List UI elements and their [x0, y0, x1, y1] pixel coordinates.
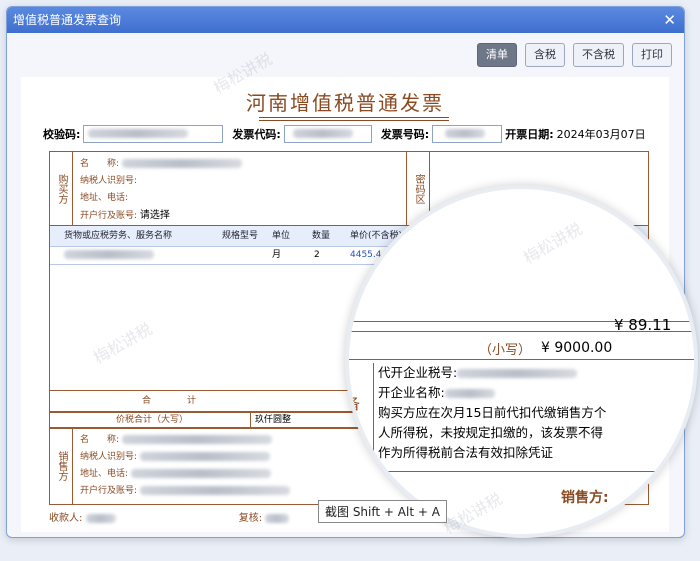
total-in-words-label: 价税合计（大写）	[116, 415, 189, 425]
close-icon[interactable]: ✕	[663, 7, 676, 33]
check-code-label: 校验码:	[43, 128, 81, 141]
invoice-code-label: 发票代码:	[232, 128, 281, 141]
col-spec: 规格型号	[222, 231, 259, 241]
zoom-lowercase-value: ¥ 9000.00	[541, 340, 613, 356]
invoice-code-field[interactable]	[283, 125, 372, 143]
buyer-fields: 名 称: 纳税人识别号: 地址、电话: 开户行及账号: 请选择	[80, 156, 242, 225]
zoom-note-line2: 开企业名称:	[378, 385, 445, 400]
signature-row: 收款人: 复核:	[49, 509, 290, 524]
zoom-note-line4: 人所得税，未按规定扣缴的，该发票不得	[378, 425, 604, 440]
zoom-note-line3: 购买方应在次月15日前代扣代缴销售方个	[378, 405, 607, 420]
with-tax-button[interactable]: 含税	[525, 43, 565, 67]
buyer-address-label: 地址、电话:	[80, 193, 129, 203]
print-button[interactable]: 打印	[632, 43, 672, 67]
toolbar: 清单 含税 不含税 打印	[477, 43, 672, 67]
total-label: 合 计	[142, 396, 197, 406]
reviewer-label: 复核:	[238, 513, 263, 524]
zoom-lens: ¥ 89.11 （小写） ¥ 9000.00 备 注 代开企业税号: 开企业名称…	[345, 185, 698, 538]
buyer-bank-label: 开户行及账号:	[80, 211, 138, 221]
seller-bank-label: 开户行及账号:	[80, 486, 138, 496]
invoice-number-field[interactable]	[432, 125, 503, 143]
title-underline	[259, 117, 449, 118]
window-title: 增值税普通发票查询	[13, 13, 122, 27]
seller-fields: 名 称: 纳税人识别号: 地址、电话: 开户行及账号:	[80, 432, 290, 500]
payee-label: 收款人:	[49, 513, 83, 524]
zoom-note-line1: 代开企业税号:	[378, 365, 458, 380]
row-unit: 月	[272, 250, 282, 260]
col-unit: 单位	[272, 231, 291, 241]
title-bar: 增值税普通发票查询 ✕	[7, 7, 684, 33]
seller-address-label: 地址、电话:	[80, 469, 129, 479]
invoice-meta-row: 校验码: 发票代码: 发票号码: 开票日期: 2024年03月07日	[43, 125, 646, 143]
clear-button[interactable]: 清单	[477, 43, 517, 67]
zoom-line-2	[349, 331, 694, 332]
buyer-side-label: 购买方	[50, 152, 73, 226]
zoom-line-4	[349, 471, 694, 472]
invoice-number-label: 发票号码:	[380, 128, 430, 141]
screenshot-tooltip: 截图 Shift + Alt + A	[318, 500, 447, 523]
zoom-note: 代开企业税号: 开企业名称: 购买方应在次月15日前代扣代缴销售方个 人所得税，…	[373, 363, 688, 463]
buyer-taxid-label: 纳税人识别号:	[80, 176, 138, 186]
date-value: 2024年03月07日	[556, 128, 646, 141]
buyer-bank-select[interactable]: 请选择	[140, 210, 170, 221]
buyer-name-label: 名 称:	[80, 159, 120, 169]
title-underline-2	[259, 120, 449, 121]
col-qty: 数量	[312, 231, 331, 241]
seller-name-label: 名 称:	[80, 435, 120, 445]
row-qty: 2	[314, 250, 320, 260]
col-goods: 货物或应税劳务、服务名称	[64, 231, 173, 241]
zoom-line-3	[349, 359, 694, 360]
seller-side-label: 销售方	[50, 428, 73, 504]
zoom-seller-label: 销售方:	[561, 490, 609, 506]
zoom-note-line5: 作为所得税前合法有效扣除凭证	[378, 445, 554, 460]
without-tax-button[interactable]: 不含税	[573, 43, 624, 67]
date-label: 开票日期:	[505, 128, 554, 141]
check-code-field[interactable]	[83, 125, 224, 143]
seller-taxid-label: 纳税人识别号:	[80, 452, 138, 462]
total-in-words-value: 玖仟圆整	[250, 412, 291, 428]
invoice-title: 河南增值税普通发票	[246, 91, 444, 115]
zoom-lowercase-label: （小写）	[479, 343, 532, 358]
